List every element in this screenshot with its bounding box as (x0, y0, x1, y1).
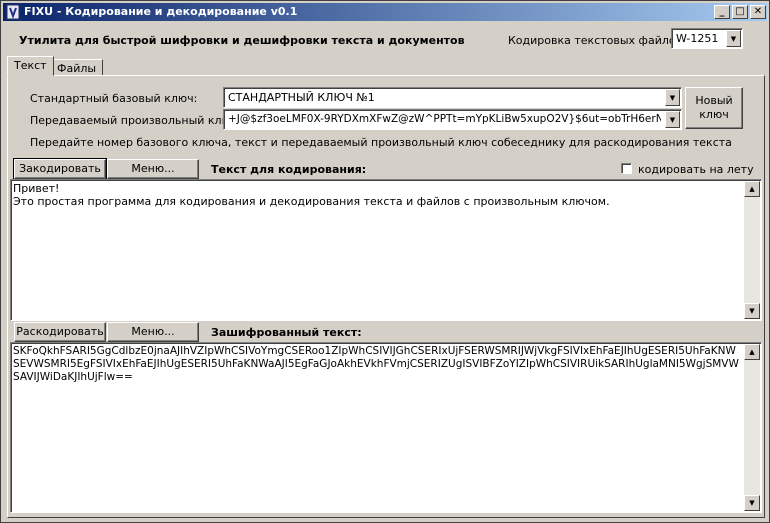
encoding-value: W-1251 (676, 32, 719, 45)
encode-menu-button[interactable]: Меню... (107, 159, 199, 179)
chevron-down-icon[interactable]: ▼ (665, 89, 680, 106)
close-button[interactable]: ✕ (750, 5, 766, 19)
window-title: FIXU - Кодирование и декодирование v0.1 (24, 5, 298, 18)
encoding-label: Кодировка текстовых файлов: (508, 34, 686, 47)
title-bar[interactable]: FIXU - Кодирование и декодирование v0.1 … (3, 3, 767, 21)
custom-key-input[interactable]: +J@$zf3oeLMF0X-9RYDXmXFwZ@zW^PPTt=mYpKLi… (223, 109, 682, 130)
encoding-select[interactable]: W-1251 ▼ (671, 28, 743, 49)
encode-section-title: Текст для кодирования: (211, 163, 367, 176)
app-icon (6, 4, 20, 20)
base-key-value: СТАНДАРТНЫЙ КЛЮЧ №1 (228, 91, 375, 104)
chevron-down-icon[interactable]: ▼ (665, 111, 680, 128)
cipher-text-area[interactable]: SKFoQkhFSARI5GgCdlbzE0jnaAJIhVZIpWhCSIVo… (10, 342, 762, 513)
scroll-up-icon[interactable]: ▲ (744, 181, 760, 197)
main-window: FIXU - Кодирование и декодирование v0.1 … (0, 0, 770, 523)
decode-section-title: Зашифрованный текст: (211, 326, 362, 339)
scroll-up-icon[interactable]: ▲ (744, 344, 760, 360)
tab-text[interactable]: Текст (7, 56, 54, 76)
maximize-button[interactable]: □ (732, 5, 748, 19)
new-key-button[interactable]: Новый ключ (685, 87, 743, 129)
base-key-label: Стандартный базовый ключ: (30, 92, 198, 105)
scroll-down-icon[interactable]: ▼ (744, 495, 760, 511)
cipher-text-scrollbar[interactable]: ▲ ▼ (744, 344, 760, 511)
plain-text-content: Привет! Это простая программа для кодиро… (13, 182, 610, 208)
minimize-button[interactable]: _ (714, 5, 730, 19)
chevron-down-icon[interactable]: ▼ (726, 30, 741, 47)
encode-button[interactable]: Закодировать (13, 158, 107, 180)
tab-files[interactable]: Файлы (50, 59, 104, 76)
scroll-down-icon[interactable]: ▼ (744, 303, 760, 319)
custom-key-label: Передаваемый произвольный ключ: (30, 114, 242, 127)
key-hint: Передайте номер базового ключа, текст и … (30, 136, 732, 149)
plain-text-scrollbar[interactable]: ▲ ▼ (744, 181, 760, 319)
live-encode-checkbox[interactable] (621, 163, 632, 174)
cipher-text-content: SKFoQkhFSARI5GgCdlbzE0jnaAJIhVZIpWhCSIVo… (13, 345, 739, 383)
app-heading: Утилита для быстрой шифровки и дешифровк… (19, 34, 465, 47)
decode-button[interactable]: Раскодировать (14, 322, 106, 342)
plain-text-area[interactable]: Привет! Это простая программа для кодиро… (10, 179, 762, 321)
live-encode-label: кодировать на лету (638, 163, 754, 176)
custom-key-value: +J@$zf3oeLMF0X-9RYDXmXFwZ@zW^PPTt=mYpKLi… (228, 113, 661, 125)
decode-menu-button[interactable]: Меню... (107, 322, 199, 342)
base-key-select[interactable]: СТАНДАРТНЫЙ КЛЮЧ №1 ▼ (223, 87, 682, 108)
